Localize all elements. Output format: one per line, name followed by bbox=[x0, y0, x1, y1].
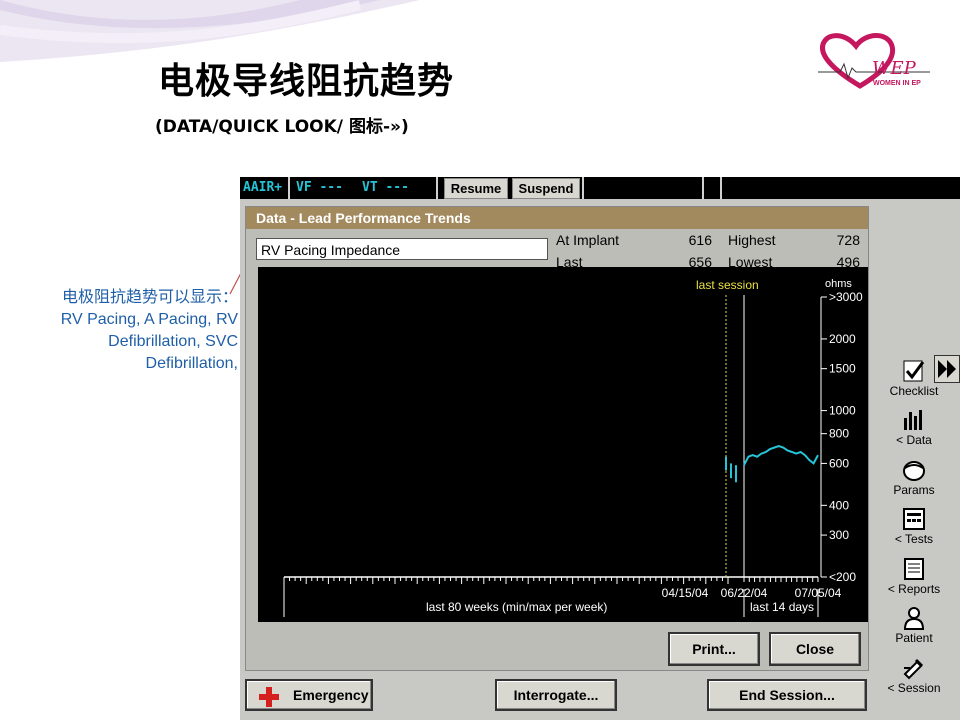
sidebar-item-session[interactable]: < Session bbox=[870, 656, 958, 695]
tests-icon bbox=[903, 508, 925, 530]
logo-text: WOMEN IN EP bbox=[873, 80, 921, 87]
slide-title: 电极导线阻抗趋势 bbox=[158, 61, 455, 102]
panel-title: Data - Lead Performance Trends bbox=[246, 207, 868, 229]
checklist-icon bbox=[903, 360, 925, 382]
red-cross-icon bbox=[259, 687, 279, 707]
svg-text:WEP: WEP bbox=[872, 58, 917, 79]
impedance-trend-chart: ohms last session >3000 2000 1500 1000 800 60… bbox=[258, 267, 868, 622]
session-icon bbox=[903, 658, 924, 680]
y-tick-label: 600 bbox=[829, 456, 849, 470]
print-button[interactable]: Print... bbox=[668, 632, 760, 666]
close-button[interactable]: Close bbox=[769, 632, 861, 666]
separator bbox=[720, 177, 722, 199]
patient-icon bbox=[903, 607, 925, 630]
annotation-text: 电极阻抗趋势可以显示： RV Pacing, A Pacing, RV Defi… bbox=[61, 287, 238, 375]
highest-label: Highest bbox=[728, 232, 776, 248]
sidebar-label: < Session bbox=[887, 681, 941, 695]
x-caption-left: last 80 weeks (min/max per week) bbox=[426, 600, 607, 614]
resume-button[interactable]: Resume bbox=[444, 178, 508, 199]
at-implant-label: At Implant bbox=[556, 232, 620, 248]
separator bbox=[582, 177, 584, 199]
x-tick-label: 06/22/04 bbox=[721, 586, 768, 600]
sidebar-label: < Data bbox=[896, 433, 932, 447]
sidebar-label: Params bbox=[893, 483, 935, 497]
separator bbox=[436, 177, 438, 199]
pacing-mode: AAIR+ bbox=[243, 180, 283, 195]
params-icon bbox=[903, 461, 925, 481]
highest-value: 728 bbox=[836, 232, 860, 248]
sidebar-label: < Tests bbox=[894, 532, 934, 546]
annotation-line: RV Pacing, A Pacing, RV bbox=[60, 311, 238, 328]
last-session-label: last session bbox=[696, 278, 759, 292]
sidebar-label: Checklist bbox=[889, 384, 939, 398]
sidebar-item-reports[interactable]: < Reports bbox=[870, 557, 958, 596]
daily-impedance-line bbox=[743, 444, 819, 466]
suspend-button[interactable]: Suspend bbox=[512, 178, 580, 199]
sidebar-item-checklist[interactable]: Checklist bbox=[870, 359, 958, 398]
y-tick-label: >3000 bbox=[829, 290, 863, 304]
annotation-line: Defibrillation, bbox=[145, 355, 238, 372]
annotation-line: Defibrillation, SVC bbox=[108, 333, 238, 350]
data-icon bbox=[904, 410, 922, 430]
interrogate-button[interactable]: Interrogate... bbox=[495, 679, 617, 711]
end-session-button[interactable]: End Session... bbox=[707, 679, 867, 711]
emergency-button[interactable]: Emergency bbox=[245, 679, 373, 711]
sidebar-label: < Reports bbox=[887, 582, 941, 596]
lead-selector[interactable]: RV Pacing Impedance bbox=[256, 238, 548, 260]
sidebar-item-data[interactable]: < Data bbox=[870, 408, 958, 447]
reports-icon bbox=[904, 558, 924, 580]
sidebar-item-patient[interactable]: Patient bbox=[870, 606, 958, 645]
y-tick-label: 1500 bbox=[829, 362, 856, 376]
sidebar-item-tests[interactable]: < Tests bbox=[870, 507, 958, 546]
y-tick-label: 1000 bbox=[829, 404, 856, 418]
x-caption-right: last 14 days bbox=[750, 600, 814, 614]
y-tick-label: 300 bbox=[829, 528, 849, 542]
programmer-screen: AAIR+ VF --- VT --- Resume Suspend Data … bbox=[240, 177, 960, 720]
slide-subtitle: (DATA/QUICK LOOK/ 图标-») bbox=[155, 117, 409, 137]
x-tick-label: 07/05/04 bbox=[795, 586, 842, 600]
annotation-line: 电极阻抗趋势可以显示： bbox=[61, 289, 238, 306]
y-tick-label: 400 bbox=[829, 498, 849, 512]
separator bbox=[702, 177, 704, 199]
impedance-series bbox=[725, 295, 819, 577]
trend-chart-svg: ohms last session >3000 2000 1500 1000 800 60… bbox=[283, 278, 863, 617]
y-tick-label: 2000 bbox=[829, 332, 856, 346]
emergency-label: Emergency bbox=[293, 687, 369, 703]
y-tick-label: <200 bbox=[829, 570, 856, 584]
vt-status: VT --- bbox=[362, 180, 409, 195]
vf-status: VF --- bbox=[296, 180, 343, 195]
x-tick-label: 04/15/04 bbox=[662, 586, 709, 600]
sidebar-label: Patient bbox=[895, 631, 933, 645]
y-tick-label: 800 bbox=[829, 427, 849, 441]
sidebar-item-params[interactable]: Params bbox=[870, 458, 958, 497]
y-axis-label: ohms bbox=[825, 278, 852, 290]
at-implant-value: 616 bbox=[688, 232, 712, 248]
separator bbox=[288, 177, 290, 199]
y-axis: >3000 2000 1500 1000 800 600 400 300 <200 bbox=[820, 290, 863, 584]
status-bar: AAIR+ VF --- VT --- Resume Suspend bbox=[240, 177, 960, 199]
